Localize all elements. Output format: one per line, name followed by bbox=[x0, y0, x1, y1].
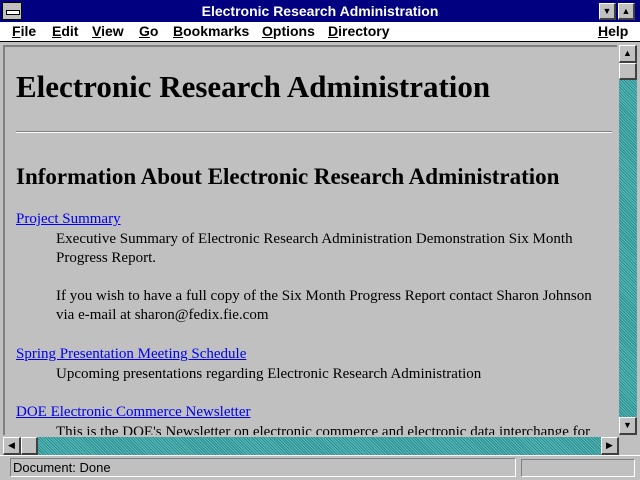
horizontal-scrollbar[interactable]: ◀ ▶ bbox=[3, 437, 619, 455]
menu-help[interactable]: Help bbox=[598, 23, 628, 39]
link-description: Executive Summary of Electronic Research… bbox=[56, 230, 592, 325]
link-description: This is the DOE's Newsletter on electron… bbox=[56, 423, 590, 435]
title-bar: Electronic Research Administration ▼ ▲ bbox=[0, 0, 640, 22]
vertical-scrollbar[interactable]: ▲ ▼ bbox=[619, 45, 637, 435]
status-text: Document: Done bbox=[13, 460, 111, 475]
link-description: Upcoming presentations regarding Electro… bbox=[56, 365, 481, 384]
maximize-button[interactable]: ▲ bbox=[618, 3, 635, 20]
scroll-right-button[interactable]: ▶ bbox=[601, 437, 619, 455]
progress-indicator bbox=[521, 459, 635, 477]
menu-bookmarks[interactable]: Bookmarks bbox=[173, 23, 249, 39]
menu-options[interactable]: Options bbox=[262, 23, 315, 39]
scrollbar-corner bbox=[619, 437, 637, 455]
description-line: Upcoming presentations regarding Electro… bbox=[56, 366, 482, 382]
menu-directory[interactable]: Directory bbox=[328, 23, 389, 39]
scroll-left-button[interactable]: ◀ bbox=[3, 437, 21, 455]
description-line: via e-mail at sharon@fedix.fie.com bbox=[56, 307, 269, 323]
link-spring-presentation[interactable]: Spring Presentation Meeting Schedule bbox=[16, 346, 246, 363]
vertical-scroll-thumb[interactable] bbox=[619, 63, 637, 80]
minimize-button[interactable]: ▼ bbox=[599, 3, 616, 20]
scroll-down-button[interactable]: ▼ bbox=[619, 417, 637, 435]
description-line: Executive Summary of Electronic Research… bbox=[56, 231, 573, 247]
document-view[interactable]: Electronic Research Administration Infor… bbox=[3, 45, 617, 435]
page-title: Electronic Research Administration bbox=[16, 69, 491, 104]
link-doe-newsletter[interactable]: DOE Electronic Commerce Newsletter bbox=[16, 404, 251, 421]
menu-go[interactable]: Go bbox=[139, 23, 158, 39]
menu-bar: File Edit View Go Bookmarks Options Dire… bbox=[0, 22, 640, 42]
link-project-summary[interactable]: Project Summary bbox=[16, 211, 121, 228]
scroll-up-button[interactable]: ▲ bbox=[619, 45, 637, 63]
menu-file[interactable]: File bbox=[12, 23, 36, 39]
window-title: Electronic Research Administration bbox=[201, 3, 439, 19]
description-line: If you wish to have a full copy of the S… bbox=[56, 288, 592, 304]
horizontal-scroll-thumb[interactable] bbox=[21, 437, 38, 455]
status-bar: Document: Done bbox=[0, 455, 640, 480]
section-heading: Information About Electronic Research Ad… bbox=[16, 164, 560, 189]
description-line: This is the DOE's Newsletter on electron… bbox=[56, 424, 591, 435]
menu-edit[interactable]: Edit bbox=[52, 23, 78, 39]
description-line: Progress Report. bbox=[56, 250, 156, 266]
menu-view[interactable]: View bbox=[92, 23, 124, 39]
horizontal-rule bbox=[16, 131, 612, 133]
